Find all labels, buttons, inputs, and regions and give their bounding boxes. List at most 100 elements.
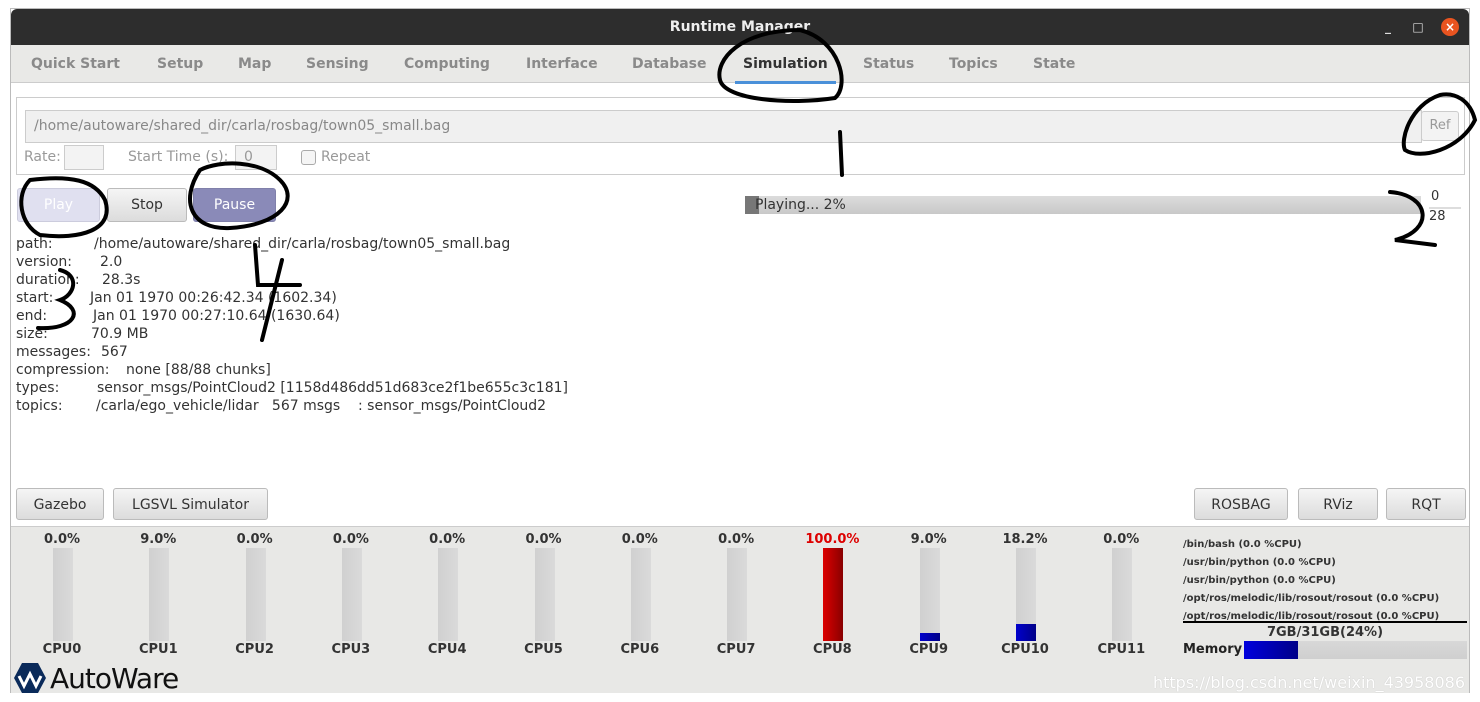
cpu-percent: 0.0% (43, 532, 81, 547)
info-key: compression: (16, 362, 110, 378)
cpu-percent: 0.0% (621, 532, 658, 547)
rqt-button[interactable]: RQT (1386, 488, 1466, 520)
cpu-bar (727, 548, 748, 641)
progress-text: Playing... 2% (755, 197, 846, 213)
cpu-bar (1016, 548, 1036, 641)
autoware-logo-icon (14, 663, 46, 693)
minimize-button[interactable]: _ (1379, 18, 1397, 36)
title-bar: Runtime Manager _ □ × (11, 9, 1469, 45)
info-value: none [88/88 chunks] (126, 362, 271, 378)
cpu-percent: 0.0% (236, 532, 273, 547)
info-value: Jan 01 1970 00:27:10.64 (1630.64) (93, 308, 340, 324)
process-item: /opt/ros/melodic/lib/rosout/rosout (0.0 … (1183, 593, 1440, 604)
gazebo-button[interactable]: Gazebo (16, 488, 104, 520)
start-time-label: Start Time (s): (128, 149, 229, 165)
tab-setup[interactable]: Setup (157, 56, 203, 72)
close-button[interactable]: × (1441, 18, 1459, 36)
autoware-logo: AutoWare (13, 661, 179, 695)
cpu-percent: 9.0% (140, 532, 177, 547)
tab-interface[interactable]: Interface (526, 56, 598, 72)
process-item: /bin/bash (0.0 %CPU) (1183, 539, 1302, 550)
info-key: version: (16, 254, 72, 270)
cpu-bar (53, 548, 73, 641)
cpu-name: CPU10 (1001, 642, 1049, 657)
lgsvl-simulator-button[interactable]: LGSVL Simulator (113, 488, 268, 520)
rosbag-button[interactable]: ROSBAG (1194, 488, 1288, 520)
cpu-percent: 0.0% (525, 532, 562, 547)
cpu-name: CPU4 (427, 642, 467, 657)
cpu-bar (823, 548, 844, 641)
info-key: start: (16, 290, 54, 306)
tab-status[interactable]: Status (863, 56, 914, 72)
repeat-checkbox[interactable] (301, 150, 316, 165)
tab-simulation[interactable]: Simulation (735, 56, 836, 84)
maximize-button[interactable]: □ (1409, 18, 1427, 36)
rosbag-play-group: /home/autoware/shared_dir/carla/rosbag/t… (16, 97, 1465, 175)
info-value: sensor_msgs/PointCloud2 [1158d486dd51d68… (97, 380, 568, 396)
info-value: Jan 01 1970 00:26:42.34 (1602.34) (90, 290, 337, 306)
window-title: Runtime Manager (669, 19, 811, 35)
ref-button[interactable]: Ref (1421, 111, 1459, 141)
cpu-name: CPU11 (1097, 642, 1146, 657)
tab-computing[interactable]: Computing (404, 56, 490, 72)
memory-usage-text: 7GB/31GB(24%) (1266, 625, 1384, 640)
tab-map[interactable]: Map (238, 56, 271, 72)
cpu-bar (534, 548, 555, 641)
tab-sensing[interactable]: Sensing (306, 56, 369, 72)
stop-button[interactable]: Stop (107, 188, 187, 222)
cpu-fill (919, 632, 940, 641)
start-time-input[interactable]: 0 (235, 145, 277, 170)
cpu-name: CPU7 (716, 642, 756, 657)
memory-fill (1244, 641, 1298, 659)
memory-bar (1244, 641, 1467, 659)
info-key: duration: (16, 272, 80, 288)
runtime-manager-window: Runtime Manager _ □ × Quick Start Setup Ma… (10, 8, 1470, 695)
progress-total: 28 (1429, 207, 1461, 224)
info-value: 2.0 (100, 254, 123, 270)
pause-button[interactable]: Pause (193, 188, 276, 222)
cpu-name: CPU6 (620, 642, 660, 657)
rate-input[interactable] (64, 145, 104, 170)
tab-bar: Quick Start Setup Map Sensing Computing Inter… (11, 45, 1469, 84)
tab-quick-start[interactable]: Quick Start (31, 56, 120, 72)
info-key: types: (16, 380, 60, 396)
cpu-percent: 18.2% (1002, 532, 1048, 547)
cpu-name: CPU9 (909, 642, 949, 657)
cpu-percent: 100.0% (805, 532, 860, 547)
cpu-name: CPU1 (138, 642, 178, 657)
cpu-percent: 0.0% (332, 532, 369, 547)
info-key: topics: (16, 398, 63, 414)
cpu-bar (341, 548, 362, 641)
cpu-name: CPU5 (524, 642, 563, 657)
cpu-percent: 0.0% (429, 532, 466, 547)
rviz-button[interactable]: RViz (1298, 488, 1378, 520)
cpu-fill (823, 548, 844, 641)
cpu-name: CPU2 (235, 642, 274, 657)
cpu-bar (438, 548, 459, 641)
cpu-bar (149, 548, 170, 641)
play-button[interactable]: Play (17, 188, 100, 222)
progress-current: 0 (1431, 189, 1440, 204)
process-item: /usr/bin/python (0.0 %CPU) (1183, 575, 1336, 586)
logo-text: AutoWare (50, 661, 179, 695)
cpu-name: CPU3 (331, 642, 371, 657)
cpu-bar (630, 548, 651, 641)
cpu-name: CPU0 (42, 642, 82, 657)
info-key: end: (16, 308, 48, 324)
process-item: /usr/bin/python (0.0 %CPU) (1183, 557, 1336, 568)
tab-topics[interactable]: Topics (949, 56, 998, 72)
cpu-bar (245, 548, 266, 641)
info-key: messages: (16, 344, 91, 360)
playback-progress-bar: Playing... 2% (745, 196, 1421, 214)
info-value: 70.9 MB (91, 326, 149, 342)
memory-label: Memory (1183, 642, 1243, 657)
bag-path-input[interactable]: /home/autoware/shared_dir/carla/rosbag/t… (25, 110, 1422, 143)
cpu-bar (1112, 548, 1133, 641)
rate-label: Rate: (24, 149, 61, 165)
repeat-label: Repeat (321, 149, 371, 165)
divider (1183, 621, 1467, 623)
tab-database[interactable]: Database (632, 56, 707, 72)
tab-state[interactable]: State (1033, 56, 1075, 72)
cpu-name: CPU8 (813, 642, 852, 657)
info-value: 28.3s (102, 272, 141, 288)
